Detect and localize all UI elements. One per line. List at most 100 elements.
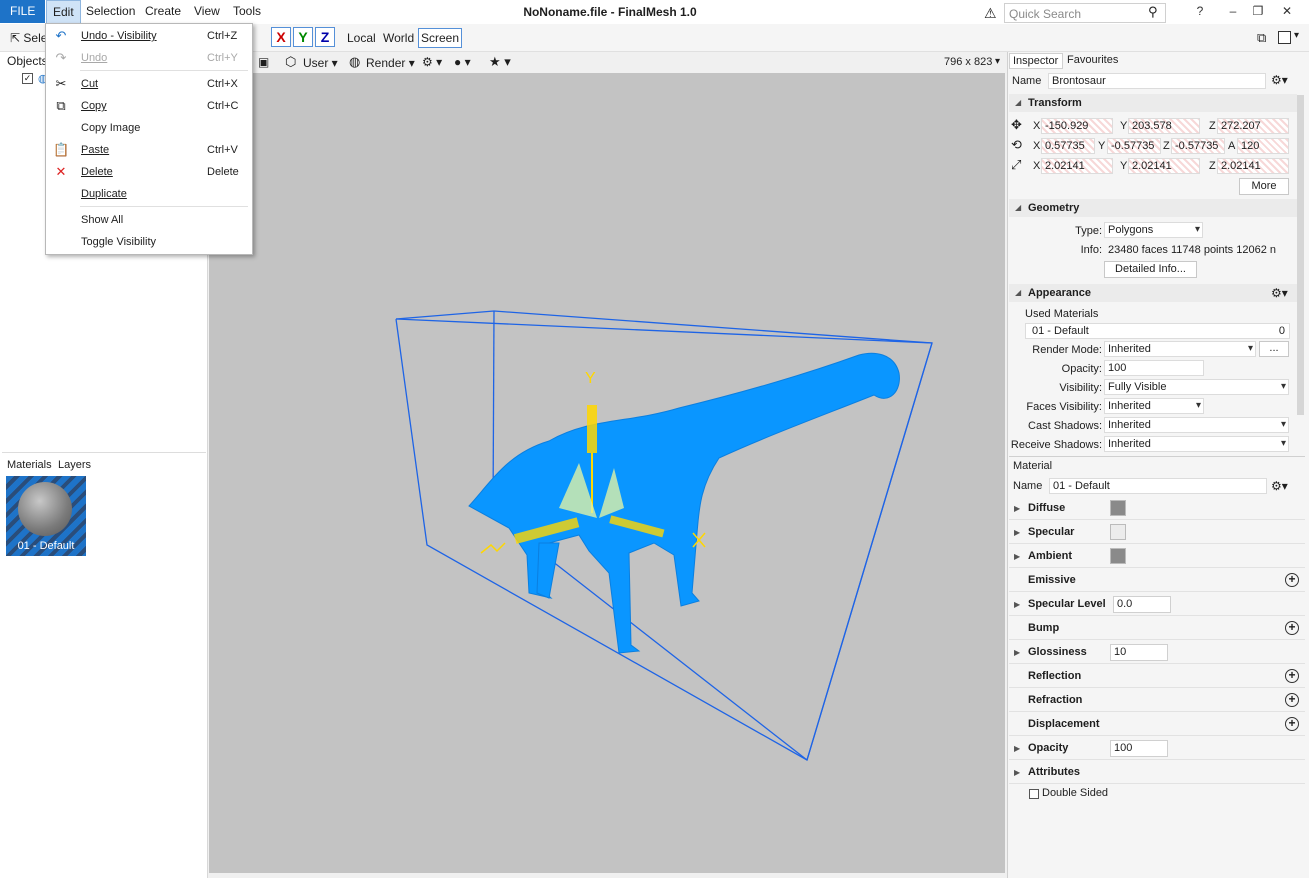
layout-icon[interactable]: ⧉	[1257, 30, 1266, 46]
select-tool[interactable]: ⇱ Sele	[10, 31, 47, 45]
restore-button[interactable]: ❐	[1251, 4, 1265, 18]
rotation-y-field[interactable]: -0.57735	[1107, 138, 1161, 154]
rotation-x-field[interactable]: 0.57735	[1041, 138, 1095, 154]
object-name-field[interactable]: Brontosaur	[1048, 73, 1266, 89]
diffuse-row[interactable]: Diffuse	[1009, 497, 1305, 520]
cast-shadows-select[interactable]: Inherited	[1104, 417, 1289, 433]
settings-gear-icon[interactable]: ⚙ ▾	[422, 55, 442, 69]
gear-icon[interactable]: ⚙▾	[1271, 479, 1288, 493]
menu-cut[interactable]: ✂ Cut Ctrl+X	[46, 73, 252, 95]
menu-view[interactable]: View	[188, 0, 226, 23]
chevron-down-icon[interactable]: ▾	[995, 56, 1000, 67]
warning-icon[interactable]: ⚠	[984, 5, 997, 22]
faces-visibility-select[interactable]: Inherited	[1104, 398, 1204, 414]
specular-level-row[interactable]: Specular Level 0.0	[1009, 593, 1305, 616]
material-name-field[interactable]: 01 - Default	[1049, 478, 1267, 494]
render-mode-select[interactable]: Inherited	[1104, 341, 1256, 357]
section-transform[interactable]: Transform	[1009, 94, 1297, 112]
double-sided-checkbox[interactable]	[1029, 789, 1039, 799]
menu-duplicate[interactable]: Duplicate	[46, 183, 252, 205]
glossiness-row[interactable]: Glossiness 10	[1009, 641, 1305, 664]
tab-inspector[interactable]: Inspector	[1009, 53, 1063, 69]
menu-file[interactable]: FILE	[0, 0, 46, 23]
tab-favourites[interactable]: Favourites	[1067, 54, 1118, 66]
rotation-angle-field[interactable]: 120	[1237, 138, 1289, 154]
position-y-field[interactable]: 203.578	[1128, 118, 1200, 134]
add-refraction-icon[interactable]: +	[1285, 693, 1299, 707]
menu-undo-visibility[interactable]: ↶ Undo - Visibility Ctrl+Z	[46, 25, 252, 47]
visibility-select[interactable]: Fully Visible	[1104, 379, 1289, 395]
add-displacement-icon[interactable]: +	[1285, 717, 1299, 731]
star-icon[interactable]: ★ ▾	[489, 54, 511, 70]
render-mode-more-button[interactable]: ...	[1259, 341, 1289, 357]
section-appearance[interactable]: Appearance	[1009, 284, 1297, 302]
specular-swatch[interactable]	[1110, 524, 1126, 540]
attributes-row[interactable]: Attributes	[1009, 761, 1305, 784]
menu-selection[interactable]: Selection	[80, 0, 141, 23]
minimize-button[interactable]: –	[1226, 4, 1240, 18]
screen-button[interactable]: Screen	[418, 28, 462, 48]
material-thumbnail[interactable]: 01 - Default	[6, 476, 86, 556]
menu-delete[interactable]: ✕ Delete Delete	[46, 161, 252, 183]
opacity-row[interactable]: Opacity 100	[1009, 737, 1305, 760]
bump-row[interactable]: Bump +	[1009, 617, 1305, 640]
gear-icon[interactable]: ⚙▾	[1271, 286, 1288, 300]
menu-copy-image[interactable]: Copy Image	[46, 117, 252, 139]
3d-viewport[interactable]: Y	[209, 73, 1005, 873]
glossiness-input[interactable]: 10	[1110, 644, 1168, 661]
light-bulb-icon[interactable]: ● ▾	[454, 55, 471, 69]
menu-show-all[interactable]: Show All	[46, 209, 252, 231]
receive-shadows-select[interactable]: Inherited	[1104, 436, 1289, 452]
local-button[interactable]: Local	[347, 31, 376, 45]
opacity-input[interactable]: 100	[1104, 360, 1204, 376]
diffuse-swatch[interactable]	[1110, 500, 1126, 516]
geometry-type-select[interactable]: Polygons	[1104, 222, 1203, 238]
position-x-field[interactable]: -150.929	[1041, 118, 1113, 134]
close-button[interactable]: ✕	[1280, 4, 1294, 18]
axis-x-button[interactable]: X	[271, 27, 291, 47]
menu-tools[interactable]: Tools	[227, 0, 267, 23]
reflection-row[interactable]: Reflection +	[1009, 665, 1305, 688]
refraction-row[interactable]: Refraction +	[1009, 689, 1305, 712]
rotation-z-field[interactable]: -0.57735	[1171, 138, 1225, 154]
menu-toggle-visibility[interactable]: Toggle Visibility	[46, 231, 252, 253]
view-box-icon[interactable]	[1278, 31, 1291, 44]
more-button[interactable]: More	[1239, 178, 1289, 195]
add-emissive-icon[interactable]: +	[1285, 573, 1299, 587]
help-icon[interactable]: ?	[1193, 4, 1207, 18]
inspector-scrollbar[interactable]	[1297, 95, 1304, 415]
menu-paste[interactable]: 📋 Paste Ctrl+V	[46, 139, 252, 161]
gear-icon[interactable]: ⚙▾	[1271, 73, 1288, 87]
tab-materials[interactable]: Materials	[7, 459, 52, 471]
scale-y-field[interactable]: 2.02141	[1128, 158, 1200, 174]
chevron-down-icon[interactable]: ▾	[1294, 30, 1299, 41]
used-material-item[interactable]: 01 - Default 0	[1025, 323, 1290, 339]
world-button[interactable]: World	[383, 31, 414, 45]
scale-x-field[interactable]: 2.02141	[1041, 158, 1113, 174]
specular-level-input[interactable]: 0.0	[1113, 596, 1171, 613]
axis-y-button[interactable]: Y	[293, 27, 313, 47]
user-camera-dropdown[interactable]: User ▾	[303, 56, 338, 70]
tab-layers[interactable]: Layers	[58, 459, 91, 471]
add-bump-icon[interactable]: +	[1285, 621, 1299, 635]
camera-icon[interactable]: ▣	[258, 55, 269, 69]
scale-z-field[interactable]: 2.02141	[1217, 158, 1289, 174]
displacement-row[interactable]: Displacement +	[1009, 713, 1305, 736]
cube-icon[interactable]: ⬡	[285, 54, 296, 70]
search-input[interactable]: Quick Search	[1004, 3, 1166, 23]
menu-redo[interactable]: ↷ Undo Ctrl+Y	[46, 47, 252, 69]
tab-objects[interactable]: Objects	[7, 54, 48, 68]
ambient-row[interactable]: Ambient	[1009, 545, 1305, 568]
menu-copy[interactable]: ⧉ Copy Ctrl+C	[46, 95, 252, 117]
object-checkbox[interactable]: ✓	[22, 73, 33, 84]
render-dropdown[interactable]: Render ▾	[366, 56, 415, 70]
material-opacity-input[interactable]: 100	[1110, 740, 1168, 757]
emissive-row[interactable]: Emissive +	[1009, 569, 1305, 592]
add-reflection-icon[interactable]: +	[1285, 669, 1299, 683]
axis-z-button[interactable]: Z	[315, 27, 335, 47]
ambient-swatch[interactable]	[1110, 548, 1126, 564]
menu-create[interactable]: Create	[139, 0, 187, 23]
search-icon[interactable]: ⚲	[1148, 4, 1158, 20]
render-globe-icon[interactable]: ◍	[349, 54, 360, 70]
section-geometry[interactable]: Geometry	[1009, 199, 1297, 217]
